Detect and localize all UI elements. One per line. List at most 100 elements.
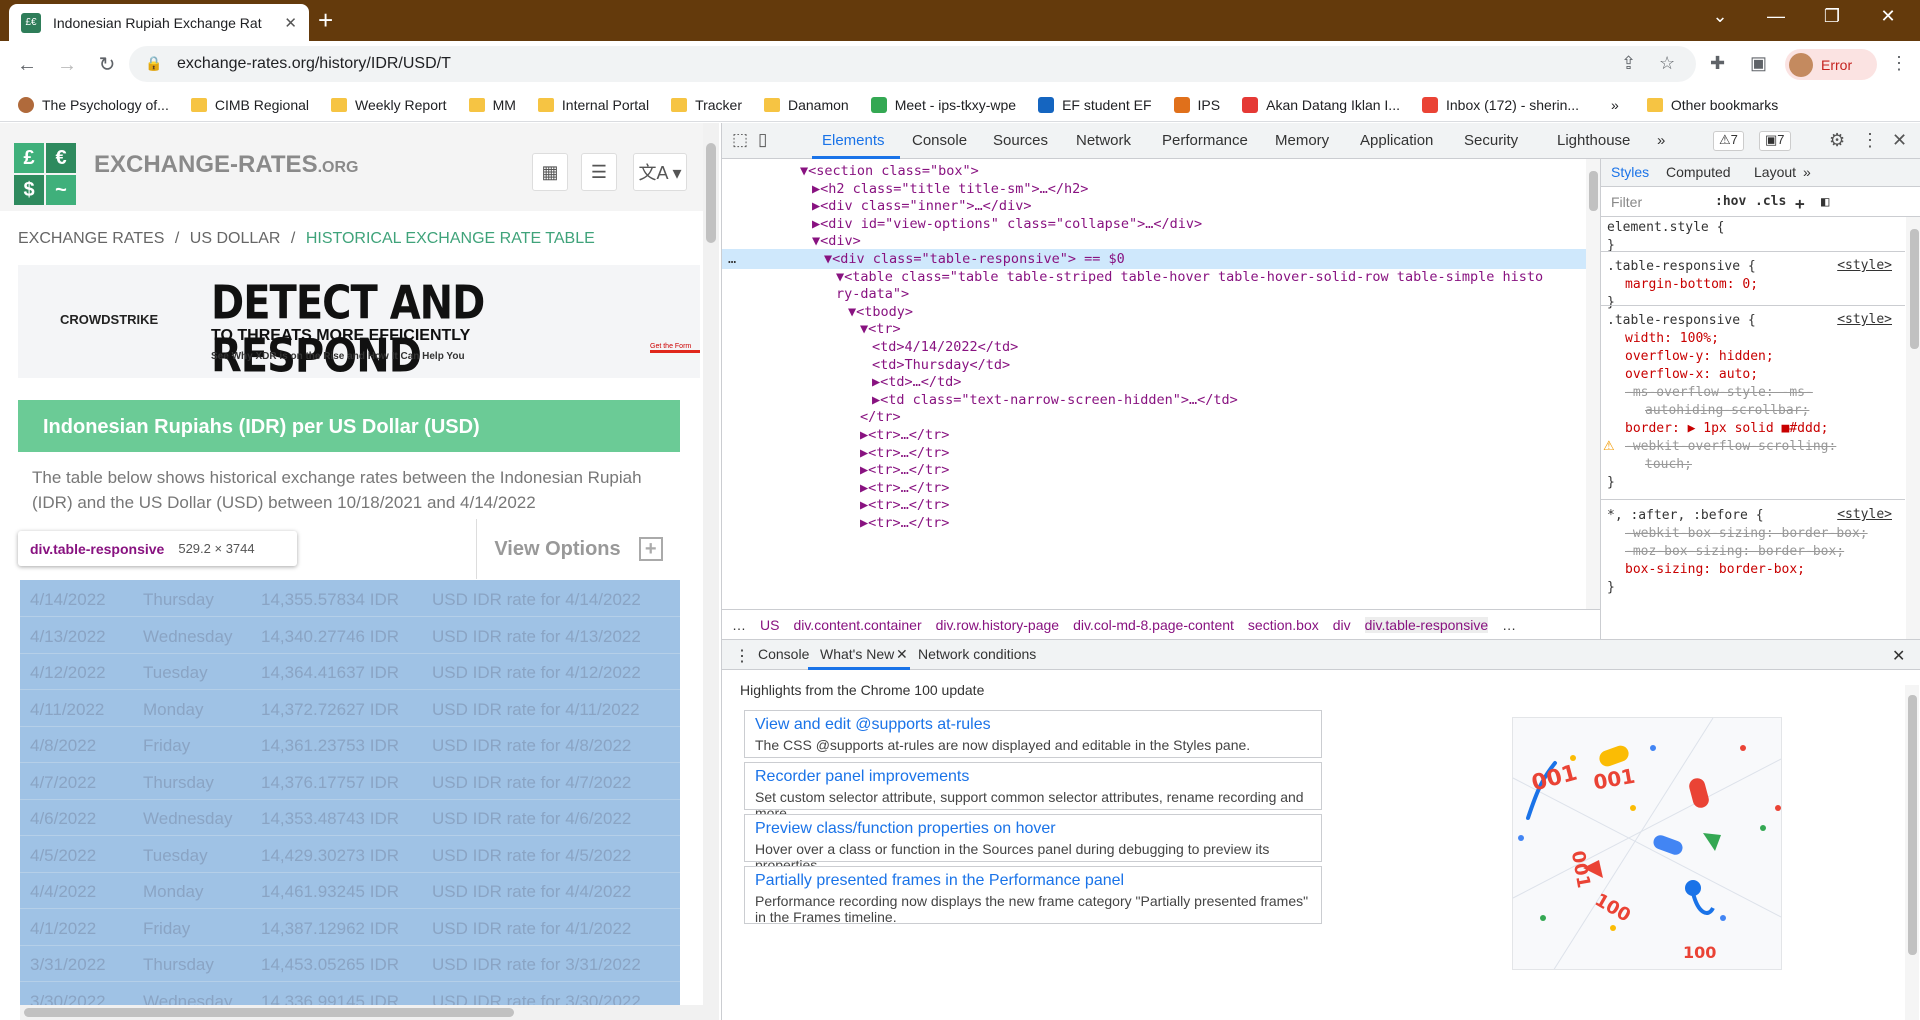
site-logo[interactable]: £ € $ ~ bbox=[14, 143, 76, 205]
tab-network[interactable]: Network bbox=[1076, 132, 1131, 149]
scrollbar-thumb[interactable] bbox=[24, 1008, 514, 1017]
feature-card[interactable]: Preview class/function properties on hov… bbox=[744, 814, 1322, 873]
table-row[interactable]: 4/7/2022 Thursday 14,376.17757 IDR USD IDR … bbox=[20, 764, 680, 800]
tab-security[interactable]: Security bbox=[1464, 132, 1518, 149]
other-bookmarks[interactable]: Other bookmarks bbox=[1646, 97, 1778, 113]
dom-breadcrumb[interactable]: section.box bbox=[1248, 617, 1319, 633]
inspect-element-icon[interactable]: ⬚ bbox=[732, 130, 748, 150]
close-window-button[interactable]: ✕ bbox=[1868, 6, 1908, 27]
calculator-icon[interactable]: ▦ bbox=[532, 153, 568, 191]
rate-link[interactable]: USD IDR rate for 4/14/2022 bbox=[432, 590, 641, 610]
rate-link[interactable]: USD IDR rate for 4/13/2022 bbox=[432, 627, 641, 647]
table-row[interactable]: 4/6/2022 Wednesday 14,353.48743 IDR USD IDR… bbox=[20, 800, 680, 836]
bookmark-item[interactable]: Tracker bbox=[671, 97, 742, 113]
table-row[interactable]: 4/1/2022 Friday 14,387.12962 IDR USD IDR ra… bbox=[20, 910, 680, 946]
tab-elements[interactable]: Elements bbox=[822, 132, 885, 149]
forward-icon[interactable]: → bbox=[52, 50, 82, 80]
style-line[interactable]: -ms-overflow-style: -ms- bbox=[1625, 384, 1813, 402]
tab-application[interactable]: Application bbox=[1360, 132, 1433, 149]
bookmark-item[interactable]: Inbox (172) - sherin... bbox=[1421, 96, 1579, 113]
tab-performance[interactable]: Performance bbox=[1162, 132, 1248, 149]
profile-button[interactable]: Error bbox=[1785, 49, 1877, 80]
style-line[interactable]: width: 100%; bbox=[1625, 330, 1719, 348]
breadcrumb-us-dollar[interactable]: US DOLLAR bbox=[190, 230, 281, 247]
more-tabs-icon[interactable]: » bbox=[1803, 164, 1811, 180]
feature-card[interactable]: Partially presented frames in the Perfor… bbox=[744, 866, 1322, 925]
tab-layout[interactable]: Layout bbox=[1754, 164, 1796, 180]
site-name[interactable]: EXCHANGE-RATES.ORG bbox=[94, 151, 358, 179]
breadcrumbs-overflow[interactable]: … bbox=[1502, 617, 1516, 633]
scrollbar-thumb[interactable] bbox=[1589, 171, 1598, 211]
drawer-scrollbar[interactable] bbox=[1905, 685, 1919, 1020]
table-row[interactable]: 4/5/2022 Tuesday 14,429.30273 IDR USD IDR r… bbox=[20, 837, 680, 873]
tab-computed[interactable]: Computed bbox=[1666, 164, 1731, 180]
scrollbar-thumb[interactable] bbox=[1908, 695, 1917, 955]
cls-toggle[interactable]: .cls bbox=[1755, 194, 1786, 209]
table-row[interactable]: 4/14/2022 Thursday 14,355.57834 IDR USD IDR… bbox=[20, 581, 680, 617]
feature-card[interactable]: Recorder panel improvements Set custom se… bbox=[744, 762, 1322, 821]
toggle-sidebar-icon[interactable]: ◧ bbox=[1821, 194, 1829, 210]
bookmark-item[interactable]: Akan Datang Iklan I... bbox=[1242, 96, 1400, 113]
feature-title-link[interactable]: Preview class/function properties on hov… bbox=[755, 820, 1311, 838]
warnings-badge[interactable]: ⚠7 bbox=[1713, 131, 1744, 151]
messages-badge[interactable]: ▣7 bbox=[1759, 131, 1791, 151]
tab-sources[interactable]: Sources bbox=[993, 132, 1048, 149]
tab-console[interactable]: Console bbox=[912, 132, 967, 149]
bookmark-item[interactable]: Internal Portal bbox=[537, 97, 649, 113]
close-whats-new-icon[interactable]: ✕ bbox=[896, 646, 908, 663]
style-line[interactable]: overflow-x: auto; bbox=[1625, 366, 1758, 384]
scrollbar-thumb[interactable] bbox=[706, 143, 716, 243]
page-horizontal-scrollbar[interactable] bbox=[20, 1005, 703, 1020]
breadcrumbs-overflow[interactable]: … bbox=[732, 617, 746, 633]
hov-toggle[interactable]: :hov bbox=[1715, 194, 1746, 209]
styles-scrollbar[interactable] bbox=[1906, 217, 1920, 639]
view-options-button[interactable]: View Options + bbox=[476, 519, 680, 579]
bookmark-item[interactable]: Weekly Report bbox=[331, 97, 447, 113]
tab-search-icon[interactable]: ⌄ bbox=[1700, 6, 1740, 27]
style-line[interactable]: -webkit-overflow-scrolling: bbox=[1625, 438, 1836, 456]
more-tabs-icon[interactable]: » bbox=[1657, 132, 1665, 149]
reload-icon[interactable]: ↻ bbox=[92, 50, 122, 80]
elements-scrollbar[interactable] bbox=[1586, 159, 1600, 609]
rate-link[interactable]: USD IDR rate for 4/7/2022 bbox=[432, 773, 631, 793]
language-icon[interactable]: 文A ▾ bbox=[633, 153, 687, 191]
bookmark-item[interactable]: MM bbox=[468, 97, 516, 113]
dom-breadcrumb[interactable]: div.content.container bbox=[793, 617, 921, 633]
style-source-link[interactable]: <style> bbox=[1837, 507, 1892, 522]
filter-input[interactable]: Filter bbox=[1611, 194, 1642, 210]
ad-banner[interactable]: CROWDSTRIKE DETECT AND RESPOND TO THREAT… bbox=[18, 265, 700, 383]
close-tab-icon[interactable]: ✕ bbox=[284, 14, 297, 32]
lock-icon[interactable]: 🔒 bbox=[145, 55, 162, 72]
dom-breadcrumb[interactable]: div.table-responsive bbox=[1364, 616, 1489, 633]
dom-breadcrumb[interactable]: div.row.history-page bbox=[936, 617, 1059, 633]
style-source-link[interactable]: <style> bbox=[1837, 312, 1892, 327]
style-line[interactable]: overflow-y: hidden; bbox=[1625, 348, 1774, 366]
style-source-link[interactable]: <style> bbox=[1837, 258, 1892, 273]
bookmark-item[interactable]: EF student EF bbox=[1038, 96, 1152, 113]
restore-button[interactable]: ❐ bbox=[1812, 6, 1852, 27]
bookmarks-overflow-button[interactable]: » bbox=[1611, 97, 1619, 113]
tab-styles[interactable]: Styles bbox=[1611, 164, 1649, 180]
style-line[interactable]: autohiding-scrollbar; bbox=[1645, 402, 1809, 420]
table-row[interactable]: 4/11/2022 Monday 14,372.72627 IDR USD IDR r… bbox=[20, 691, 680, 727]
dom-breadcrumb[interactable]: div.col-md-8.page-content bbox=[1073, 617, 1234, 633]
devtools-menu-icon[interactable]: ⋮ bbox=[1861, 130, 1879, 151]
drawer-tab-network-conditions[interactable]: Network conditions bbox=[918, 646, 1036, 662]
dom-node-line[interactable]: ▶<div id="view-options" class="collapse"… bbox=[812, 214, 1202, 234]
close-drawer-icon[interactable]: ✕ bbox=[1892, 646, 1905, 666]
style-line[interactable]: -moz-box-sizing: border-box; bbox=[1625, 543, 1844, 561]
browser-tab[interactable]: £€ Indonesian Rupiah Exchange Rat ✕ bbox=[9, 4, 309, 41]
dom-breadcrumb[interactable]: US bbox=[760, 617, 779, 633]
rate-link[interactable]: USD IDR rate for 4/11/2022 bbox=[432, 700, 640, 720]
rate-link[interactable]: USD IDR rate for 4/4/2022 bbox=[432, 882, 631, 902]
style-line[interactable]: touch; bbox=[1645, 456, 1692, 474]
style-line[interactable]: box-sizing: border-box; bbox=[1625, 561, 1805, 579]
scrollbar-thumb[interactable] bbox=[1910, 229, 1919, 349]
selected-node-ellipsis[interactable]: … bbox=[728, 249, 736, 269]
table-row[interactable]: 4/4/2022 Monday 14,461.93245 IDR USD IDR ra… bbox=[20, 873, 680, 909]
device-toolbar-icon[interactable]: ▯ bbox=[758, 130, 767, 150]
new-tab-button[interactable]: + bbox=[318, 6, 333, 34]
feature-title-link[interactable]: Recorder panel improvements bbox=[755, 768, 1311, 786]
feature-card[interactable]: View and edit @supports at-rules The CSS … bbox=[744, 710, 1322, 758]
new-rule-icon[interactable]: + bbox=[1795, 194, 1805, 213]
